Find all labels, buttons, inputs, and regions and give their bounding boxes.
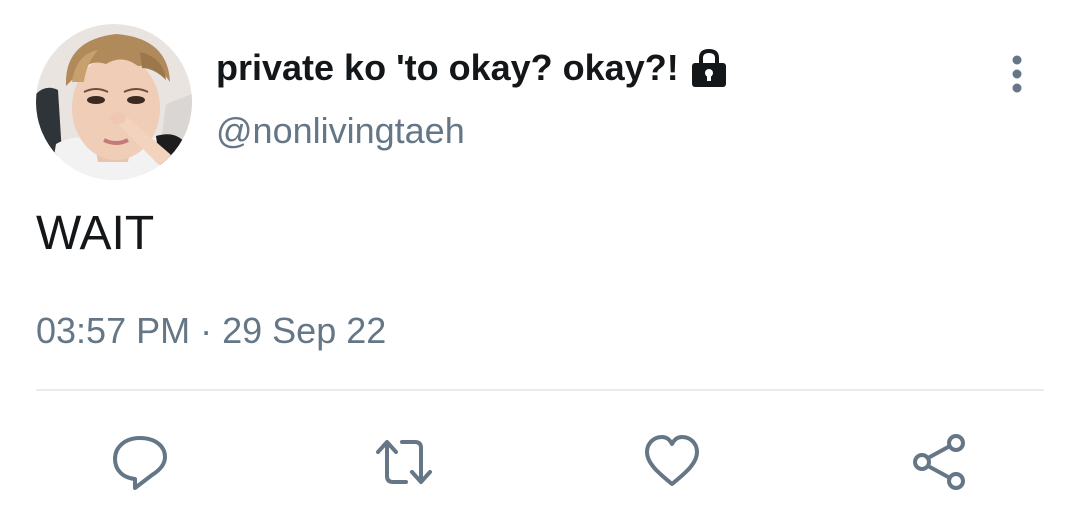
timestamp-separator: · (200, 310, 213, 351)
retweet-icon (376, 440, 432, 484)
heart-icon (645, 435, 699, 486)
tweet-card: private ko 'to okay? okay?! @nonlivingta… (0, 0, 1080, 530)
like-button[interactable] (642, 432, 702, 492)
tweet-text: WAIT (36, 207, 155, 260)
display-name[interactable]: private ko 'to okay? okay?! (216, 47, 679, 89)
author-name-row: private ko 'to okay? okay?! (216, 42, 731, 94)
tweet-time: 03:57 PM (36, 310, 191, 351)
divider (36, 389, 1044, 391)
avatar[interactable] (36, 24, 192, 180)
share-button[interactable] (910, 432, 970, 492)
lock-icon (687, 46, 731, 90)
reply-button[interactable] (110, 432, 170, 492)
timestamp[interactable]: 03:57 PM · 29 Sep 22 (36, 310, 386, 352)
reply-icon (113, 436, 167, 490)
user-handle[interactable]: @nonlivingtaeh (216, 110, 465, 152)
retweet-button[interactable] (374, 432, 434, 492)
avatar-photo (36, 24, 192, 180)
tweet-date: 29 Sep 22 (222, 310, 387, 351)
more-vertical-icon[interactable] (1000, 52, 1034, 100)
share-icon (913, 434, 965, 490)
